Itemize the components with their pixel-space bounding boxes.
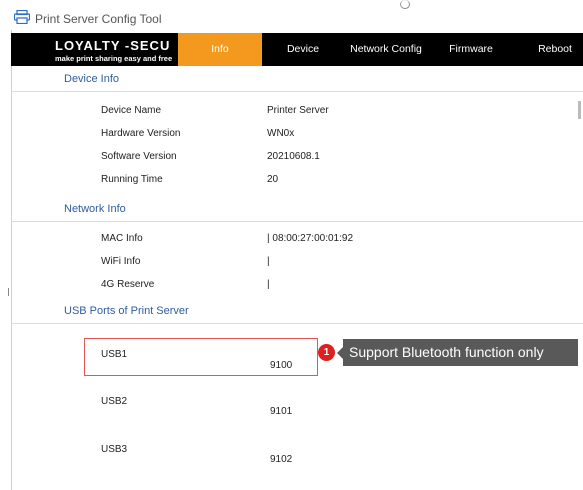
running-time-label: Running Time [101, 174, 163, 185]
usb2-port: 9101 [270, 406, 293, 417]
usb1-port: 9100 [270, 360, 293, 371]
tab-network-config[interactable]: Network Config [350, 33, 422, 66]
side-marker [8, 288, 13, 296]
section-usb-ports: USB Ports of Print Server [11, 301, 583, 324]
software-version-label: Software Version [101, 151, 177, 162]
usb1-label: USB1 [101, 349, 128, 360]
brand-name: LOYALTY -SECU [55, 38, 171, 53]
tab-info[interactable]: Info [178, 33, 262, 66]
tab-device-parameter[interactable]: Device Parameter [262, 33, 344, 88]
running-time-value: 20 [267, 174, 279, 185]
tab-firmware-upgrade[interactable]: Firmware Upgrade [428, 33, 514, 88]
mac-info-label: MAC Info [101, 233, 143, 244]
brand-logo: LOYALTY -SECU make print sharing easy an… [55, 36, 175, 66]
section-title: Device Info [64, 73, 120, 85]
brand-tagline: make print sharing easy and free [55, 54, 173, 63]
usb2-label: USB2 [101, 396, 128, 407]
4g-reserve-value: | [267, 279, 270, 290]
4g-reserve-label: 4G Reserve [101, 279, 155, 290]
annotation-marker: 1 [318, 344, 335, 361]
section-network-info: Network Info [11, 199, 583, 222]
printer-icon [14, 10, 30, 24]
content-frame [11, 30, 583, 490]
section-device-info: Device Info [11, 69, 583, 92]
tab-reboot[interactable]: Reboot [532, 33, 578, 66]
wifi-info-label: WiFi Info [101, 256, 141, 267]
hardware-version-value: WN0x [267, 128, 295, 139]
section-title: USB Ports of Print Server [64, 305, 189, 317]
annotation-callout: Support Bluetooth function only [337, 339, 578, 366]
device-name-value: Printer Server [267, 105, 329, 116]
usb3-label: USB3 [101, 444, 128, 455]
section-title: Network Info [64, 203, 126, 215]
window-title: Print Server Config Tool [35, 12, 162, 26]
hardware-version-label: Hardware Version [101, 128, 181, 139]
software-version-value: 20210608.1 [267, 151, 320, 162]
scrollbar[interactable] [578, 101, 581, 119]
title-bar: Print Server Config Tool [0, 0, 583, 30]
window-handle [400, 0, 410, 9]
usb3-port: 9102 [270, 454, 293, 465]
wifi-info-value: | [267, 256, 270, 267]
mac-info-value: | 08:00:27:00:01:92 [267, 233, 354, 244]
device-name-label: Device Name [101, 105, 162, 116]
